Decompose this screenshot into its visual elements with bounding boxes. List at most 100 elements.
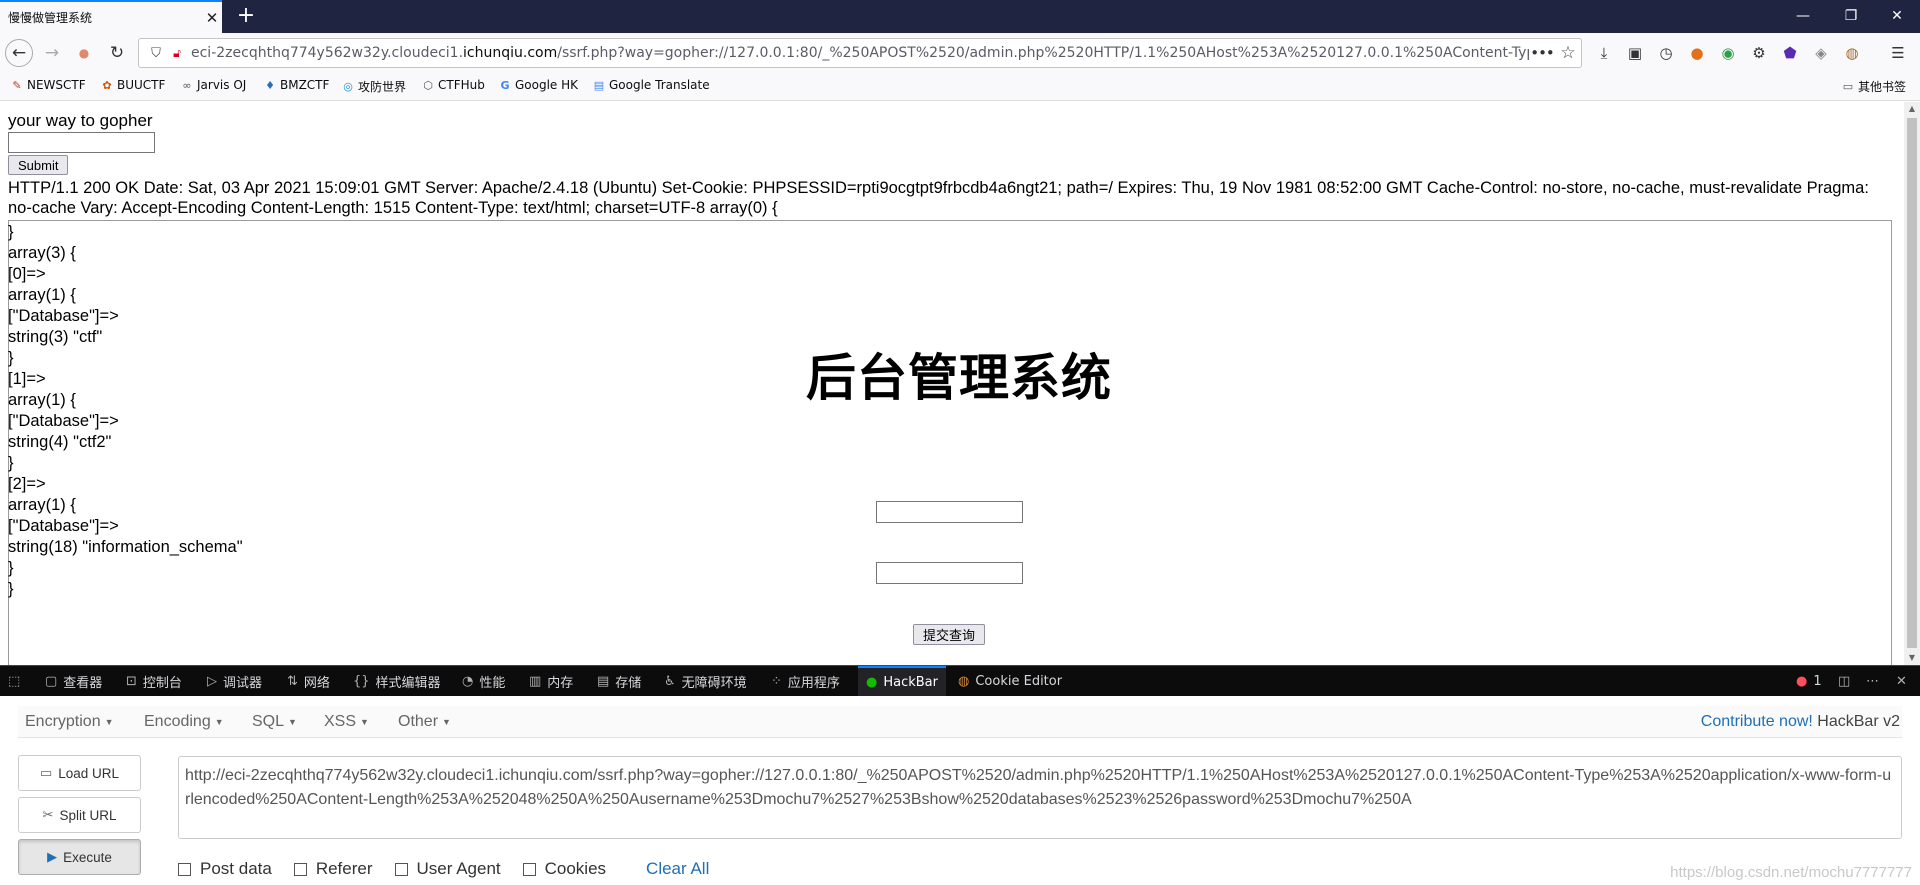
close-devtools-button[interactable]: ✕ (1896, 666, 1913, 696)
tab-accessibility[interactable]: ♿︎ 无障碍环境 (664, 666, 747, 696)
tab-style-editor[interactable]: {} 样式编辑器 (353, 666, 441, 696)
gopher-input[interactable] (8, 132, 155, 153)
scrollbar-thumb[interactable] (1907, 118, 1917, 648)
submit-query-button[interactable]: 提交查询 (913, 624, 986, 645)
menu-other[interactable]: Other ▼ (398, 713, 451, 731)
reload-button[interactable]: ↻ (103, 39, 131, 67)
menu-xss[interactable]: XSS ▼ (324, 713, 369, 731)
bookmark-gongfang[interactable]: ◎ 攻防世界 (341, 78, 406, 95)
forward-button[interactable]: → (38, 39, 66, 67)
tab-label: 应用程序 (787, 675, 840, 691)
url-text[interactable]: eci-2zecqhthq774y562w32y.cloudeci1.ichun… (191, 45, 1529, 61)
tab-close-icon[interactable]: ✕ (202, 9, 222, 27)
tab-debugger[interactable]: ▷ 调试器 (207, 666, 262, 696)
url-prefix: eci-2zecqhthq774y562w32y.cloudeci1. (191, 45, 464, 61)
devtools-toolbar: ⬚ ▢ 查看器 ⊡ 控制台 ▷ 调试器 ⇅ 网络 {} 样式编辑器 ◔ 性能 ▥ 内存 ▤ 存储… (0, 665, 1920, 696)
extension-toggle-icon[interactable]: ◉ (1716, 41, 1740, 65)
settings-gear-icon[interactable]: ⚙ (1747, 41, 1771, 65)
execute-button[interactable]: ▶ Execute (18, 839, 141, 875)
history-icon[interactable]: ◷ (1654, 41, 1678, 65)
address-bar[interactable]: ⛉ 🔓︎ eci-2zecqhthq774y562w32y.cloudeci1.… (138, 38, 1582, 68)
bookmark-newsctf[interactable]: ✎ NEWSCTF (10, 78, 85, 92)
tab-cookie-editor[interactable]: ◍ Cookie Editor (958, 666, 1062, 696)
admin-title: 后台管理系统 (806, 349, 1112, 407)
debugger-icon: ▷ (207, 673, 217, 689)
username-field[interactable] (876, 501, 1023, 523)
tab-network[interactable]: ⇅ 网络 (287, 666, 330, 696)
post-data-checkbox[interactable] (178, 862, 191, 876)
accessibility-icon: ♿︎ (664, 673, 676, 689)
tab-memory[interactable]: ▥ 内存 (529, 666, 573, 696)
watermark: https://blog.csdn.net/mochu7777777 (1670, 864, 1912, 881)
user-agent-checkbox[interactable] (394, 862, 408, 876)
tab-label: 内存 (547, 675, 574, 691)
cookies-option[interactable]: Cookies (522, 859, 606, 879)
close-window-button[interactable]: ✕ (1874, 0, 1920, 33)
extension-grey-icon[interactable]: ◈ (1809, 41, 1833, 65)
insecure-lock-icon[interactable]: 🔓︎ (167, 46, 187, 61)
braces-icon: {} (353, 673, 370, 689)
button-label: Load URL (58, 765, 120, 781)
cookies-checkbox[interactable] (522, 862, 536, 876)
shield-icon[interactable]: ⛉ (145, 46, 167, 61)
buuctf-icon: ✿ (102, 78, 112, 92)
error-icon: ● (1796, 673, 1808, 689)
other-bookmarks[interactable]: ▭ 其他书签 (1841, 78, 1906, 95)
element-picker-button[interactable]: ⬚ (8, 666, 26, 696)
http-response-text: HTTP/1.1 200 OK Date: Sat, 03 Apr 2021 1… (8, 179, 1869, 217)
url-path: /ssrf.php?way=gopher://127.0.0.1:80/_%25… (557, 45, 1529, 61)
hackbar-url-textarea[interactable]: http://eci-2zecqhthq774y562w32y.cloudeci… (178, 756, 1902, 839)
tab-application[interactable]: ⁘ 应用程序 (771, 666, 840, 696)
scroll-up-icon[interactable]: ▲ (1904, 102, 1920, 116)
tab-console[interactable]: ⊡ 控制台 (126, 666, 182, 696)
page-scrollbar[interactable]: ▲ ▼ (1904, 102, 1920, 665)
bookmark-jarvis[interactable]: ∞ Jarvis OJ (180, 78, 246, 92)
minimize-button[interactable]: — (1780, 0, 1826, 33)
translate-icon: ▤ (593, 78, 605, 92)
browser-tab-active[interactable]: 慢慢做管理系统 ✕ (0, 0, 222, 33)
tab-performance[interactable]: ◔ 性能 (462, 666, 505, 696)
bookmark-bmzctf[interactable]: ♦ BMZCTF (263, 78, 329, 92)
clear-all-link[interactable]: Clear All (646, 859, 709, 879)
menu-sql[interactable]: SQL ▼ (252, 713, 297, 731)
dock-side-button[interactable]: ◫ (1838, 666, 1856, 696)
bookmark-ctfhub[interactable]: ⬡ CTFHub (421, 78, 485, 92)
password-field[interactable] (876, 562, 1023, 584)
contribute-link[interactable]: Contribute now! (1701, 713, 1813, 730)
hackbar-icon: ● (866, 674, 878, 690)
post-data-option[interactable]: Post data (178, 859, 272, 879)
tab-label: 控制台 (142, 675, 182, 691)
profile-button[interactable]: ● (70, 39, 98, 67)
user-agent-option[interactable]: User Agent (394, 859, 501, 879)
bookmark-google-hk[interactable]: G Google HK (498, 78, 578, 92)
extension-badge-icon[interactable]: ⬟ (1778, 41, 1802, 65)
devtools-menu-button[interactable]: ⋯ (1866, 666, 1885, 696)
extension-basketball-icon[interactable]: ● (1685, 41, 1709, 65)
cookie-icon[interactable]: ◍ (1840, 41, 1864, 65)
tab-storage[interactable]: ▤ 存储 (597, 666, 641, 696)
error-counter[interactable]: ● 1 (1796, 666, 1822, 696)
downloads-icon[interactable]: ⤓ (1592, 41, 1616, 65)
submit-button[interactable]: Submit (8, 155, 69, 175)
referer-option[interactable]: Referer (293, 859, 373, 879)
menu-encryption[interactable]: Encryption ▼ (25, 713, 114, 731)
tab-inspector[interactable]: ▢ 查看器 (45, 666, 102, 696)
split-url-button[interactable]: ✂ Split URL (18, 797, 141, 833)
back-button[interactable]: ← (5, 39, 33, 67)
page-actions-icon[interactable]: ••• (1529, 44, 1555, 62)
pocket-icon[interactable]: ▣ (1623, 41, 1647, 65)
load-url-button[interactable]: ▭ Load URL (18, 755, 141, 791)
referer-checkbox[interactable] (293, 862, 307, 876)
scroll-down-icon[interactable]: ▼ (1904, 651, 1920, 665)
menu-encoding[interactable]: Encoding ▼ (144, 713, 224, 731)
new-tab-button[interactable]: + (232, 2, 260, 30)
navigation-toolbar: ← → ● ↻ ⛉ 🔓︎ eci-2zecqhthq774y562w32y.cl… (0, 33, 1920, 73)
menu-label: Encoding (144, 713, 211, 730)
tab-hackbar[interactable]: ● HackBar (858, 666, 946, 696)
bookmark-star-icon[interactable]: ☆ (1555, 43, 1581, 63)
inspector-icon: ▢ (45, 673, 58, 689)
bookmark-buuctf[interactable]: ✿ BUUCTF (100, 78, 165, 92)
bookmark-google-translate[interactable]: ▤ Google Translate (592, 78, 710, 92)
restore-button[interactable]: ❐ (1828, 0, 1874, 33)
hamburger-menu-icon[interactable]: ☰ (1886, 41, 1910, 65)
